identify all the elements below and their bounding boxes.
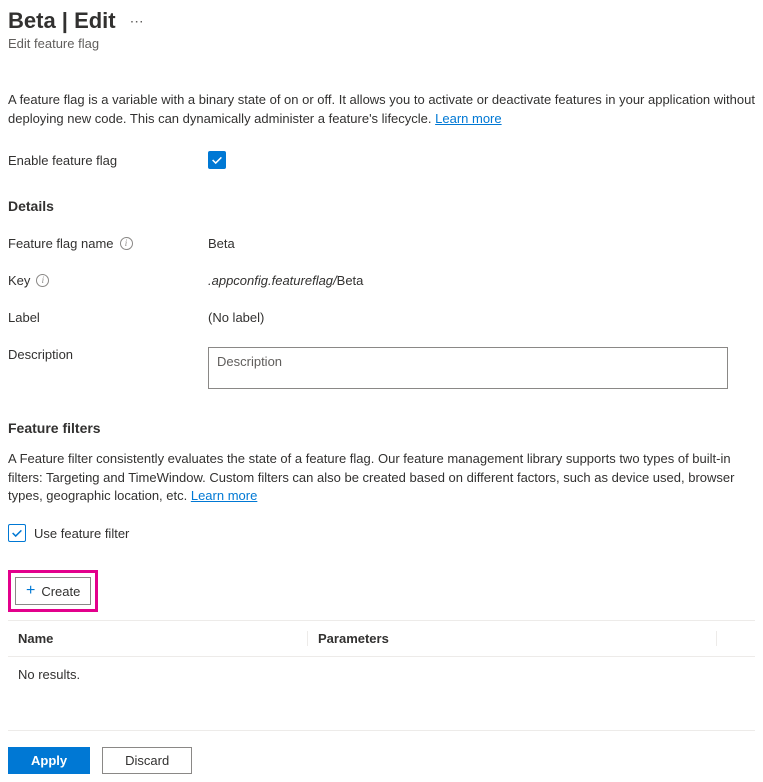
- info-icon[interactable]: i: [120, 237, 133, 250]
- plus-icon: +: [26, 582, 35, 600]
- enable-flag-checkbox[interactable]: [208, 151, 226, 169]
- page-subtitle: Edit feature flag: [8, 36, 755, 51]
- key-label: Key: [8, 273, 30, 288]
- key-suffix: Beta: [337, 273, 364, 288]
- more-icon[interactable]: ⋯: [128, 11, 147, 32]
- filters-table: Name Parameters No results.: [8, 620, 755, 692]
- intro-learn-more-link[interactable]: Learn more: [435, 111, 501, 126]
- description-label: Description: [8, 347, 208, 362]
- flag-name-label: Feature flag name: [8, 236, 114, 251]
- key-prefix: .appconfig.featureflag/: [208, 273, 337, 288]
- check-icon: [210, 153, 224, 167]
- use-filter-label: Use feature filter: [34, 526, 129, 541]
- create-button-label: Create: [41, 584, 80, 599]
- label-value: (No label): [208, 310, 755, 325]
- create-button-highlight: + Create: [8, 570, 98, 612]
- intro-body: A feature flag is a variable with a bina…: [8, 92, 755, 126]
- filters-learn-more-link[interactable]: Learn more: [191, 488, 257, 503]
- create-button[interactable]: + Create: [15, 577, 91, 605]
- page-title: Beta | Edit: [8, 8, 116, 34]
- intro-text: A feature flag is a variable with a bina…: [8, 91, 755, 129]
- col-parameters[interactable]: Parameters: [308, 631, 717, 646]
- info-icon[interactable]: i: [36, 274, 49, 287]
- key-value: .appconfig.featureflag/Beta: [208, 273, 755, 288]
- col-actions: [717, 631, 755, 646]
- table-header: Name Parameters: [8, 621, 755, 657]
- flag-name-value: Beta: [208, 236, 755, 251]
- discard-button[interactable]: Discard: [102, 747, 192, 774]
- table-empty: No results.: [8, 657, 755, 692]
- apply-button[interactable]: Apply: [8, 747, 90, 774]
- description-input[interactable]: [208, 347, 728, 389]
- check-icon: [10, 526, 24, 540]
- filters-body: A Feature filter consistently evaluates …: [8, 451, 734, 504]
- use-filter-checkbox[interactable]: [8, 524, 26, 542]
- label-label: Label: [8, 310, 208, 325]
- col-name[interactable]: Name: [8, 631, 308, 646]
- enable-flag-label: Enable feature flag: [8, 153, 208, 168]
- details-heading: Details: [8, 198, 755, 214]
- filters-heading: Feature filters: [8, 420, 755, 436]
- filters-description: A Feature filter consistently evaluates …: [8, 450, 755, 507]
